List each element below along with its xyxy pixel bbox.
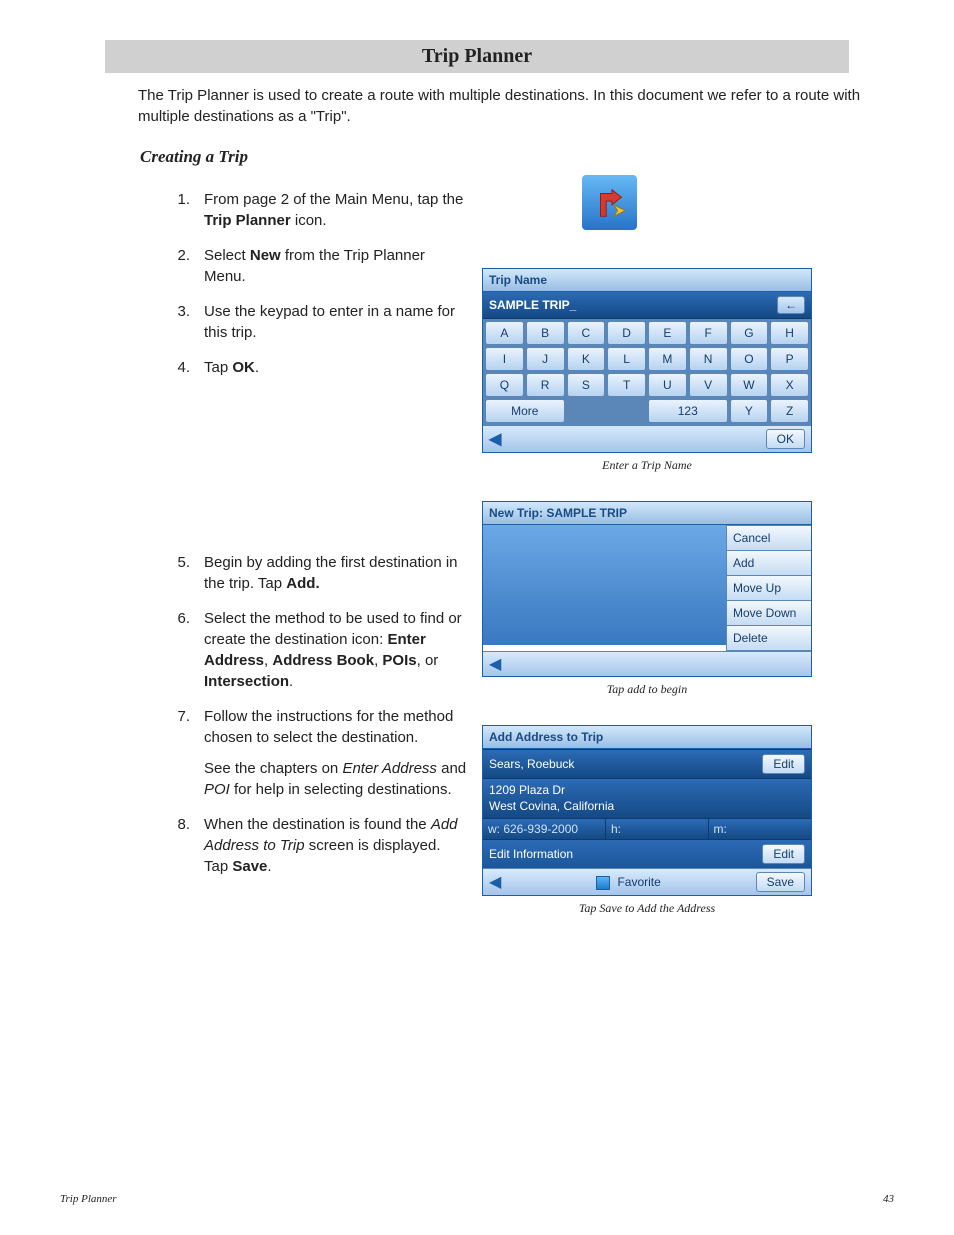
- screen2-header: New Trip: SAMPLE TRIP: [483, 502, 811, 525]
- back-arrow-icon[interactable]: ◀: [489, 429, 501, 449]
- key-F[interactable]: F: [689, 321, 728, 345]
- key-U[interactable]: U: [648, 373, 687, 397]
- poi-address: 1209 Plaza Dr West Covina, California: [483, 778, 811, 818]
- ok-button[interactable]: OK: [766, 429, 805, 449]
- key-D[interactable]: D: [607, 321, 646, 345]
- footer-left: Trip Planner: [60, 1193, 117, 1205]
- edit-name-button[interactable]: Edit: [762, 754, 805, 774]
- save-button[interactable]: Save: [756, 872, 805, 892]
- key-A[interactable]: A: [485, 321, 524, 345]
- step-list-1: 1. From page 2 of the Main Menu, tap the…: [170, 183, 467, 378]
- key-O[interactable]: O: [730, 347, 769, 371]
- key-V[interactable]: V: [689, 373, 728, 397]
- caption1: Enter a Trip Name: [482, 458, 812, 473]
- trip-name-value: SAMPLE TRIP_: [489, 298, 576, 312]
- favorite-toggle[interactable]: Favorite: [596, 875, 661, 890]
- edit-info-row: Edit Information Edit: [483, 839, 811, 868]
- move-down-button[interactable]: Move Down: [726, 601, 811, 626]
- key-W[interactable]: W: [730, 373, 769, 397]
- screen1-header: Trip Name: [483, 269, 811, 292]
- backspace-key[interactable]: ←: [777, 296, 805, 314]
- step-2: 2. Select New from the Trip Planner Menu…: [170, 245, 467, 287]
- trip-destination-list[interactable]: [483, 525, 726, 645]
- edit-info-button[interactable]: Edit: [762, 844, 805, 864]
- back-arrow-icon[interactable]: ◀: [489, 656, 501, 673]
- screen-trip-name: Trip Name SAMPLE TRIP_ ← A B C D E F G H…: [482, 268, 812, 453]
- step-list-2: 5. Begin by adding the first destination…: [170, 392, 467, 877]
- step-6: 6. Select the method to be used to find …: [170, 608, 467, 692]
- favorite-checkbox-icon: [596, 876, 610, 890]
- key-K[interactable]: K: [567, 347, 606, 371]
- delete-button[interactable]: Delete: [726, 626, 811, 651]
- screen-add-address: Add Address to Trip Sears, Roebuck Edit …: [482, 725, 812, 896]
- key-B[interactable]: B: [526, 321, 565, 345]
- section-heading: Creating a Trip: [140, 147, 894, 167]
- mobile-phone[interactable]: m:: [709, 819, 812, 839]
- key-S[interactable]: S: [567, 373, 606, 397]
- key-C[interactable]: C: [567, 321, 606, 345]
- poi-name: Sears, Roebuck: [489, 757, 574, 771]
- work-phone[interactable]: w: 626-939-2000: [483, 819, 606, 839]
- phone-row: w: 626-939-2000 h: m:: [483, 818, 811, 839]
- keyboard: A B C D E F G H I J K L M N O P Q: [483, 319, 811, 425]
- step-1: 1. From page 2 of the Main Menu, tap the…: [170, 189, 467, 231]
- step-3: 3. Use the keypad to enter in a name for…: [170, 301, 467, 343]
- intro-paragraph: The Trip Planner is used to create a rou…: [138, 85, 894, 127]
- key-J[interactable]: J: [526, 347, 565, 371]
- screen3-header: Add Address to Trip: [483, 726, 811, 749]
- caption2: Tap add to begin: [482, 682, 812, 697]
- key-R[interactable]: R: [526, 373, 565, 397]
- move-up-button[interactable]: Move Up: [726, 576, 811, 601]
- key-X[interactable]: X: [770, 373, 809, 397]
- step-8: 8. When the destination is found the Add…: [170, 814, 467, 877]
- step-7-sub: See the chapters on Enter Address and PO…: [204, 758, 467, 800]
- screen-new-trip: New Trip: SAMPLE TRIP Cancel Add Move Up…: [482, 501, 812, 677]
- trip-name-input-row[interactable]: SAMPLE TRIP_ ←: [483, 292, 811, 319]
- key-G[interactable]: G: [730, 321, 769, 345]
- step-5: 5. Begin by adding the first destination…: [170, 552, 467, 594]
- key-Q[interactable]: Q: [485, 373, 524, 397]
- bottom-bar: ◀ Favorite Save: [483, 868, 811, 895]
- poi-name-row: Sears, Roebuck Edit: [483, 749, 811, 778]
- key-N[interactable]: N: [689, 347, 728, 371]
- key-I[interactable]: I: [485, 347, 524, 371]
- key-H[interactable]: H: [770, 321, 809, 345]
- key-Y[interactable]: Y: [730, 399, 769, 423]
- caption3: Tap Save to Add the Address: [482, 901, 812, 916]
- key-M[interactable]: M: [648, 347, 687, 371]
- key-more[interactable]: More: [485, 399, 565, 423]
- key-E[interactable]: E: [648, 321, 687, 345]
- key-Z[interactable]: Z: [770, 399, 809, 423]
- home-phone[interactable]: h:: [606, 819, 709, 839]
- cancel-button[interactable]: Cancel: [726, 525, 811, 551]
- step-4: 4. Tap OK.: [170, 357, 467, 378]
- key-P[interactable]: P: [770, 347, 809, 371]
- key-T[interactable]: T: [607, 373, 646, 397]
- trip-planner-icon: [582, 175, 637, 230]
- key-L[interactable]: L: [607, 347, 646, 371]
- page-title: Trip Planner: [105, 40, 849, 73]
- key-spacer: [567, 399, 647, 423]
- back-arrow-icon[interactable]: ◀: [489, 872, 501, 892]
- step-7: 7. Follow the instructions for the metho…: [170, 706, 467, 800]
- key-123[interactable]: 123: [648, 399, 728, 423]
- add-button[interactable]: Add: [726, 551, 811, 576]
- page-number: 43: [883, 1193, 894, 1205]
